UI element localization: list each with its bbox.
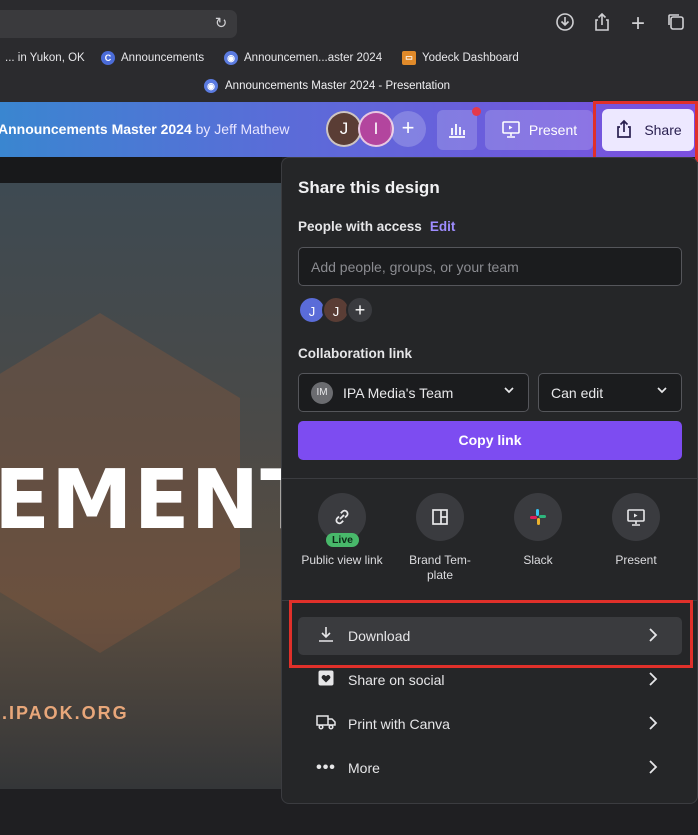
people-access-label: People with access: [298, 219, 422, 234]
panel-divider: [282, 478, 697, 479]
browser-chrome: ↻ + ... in Yukon, OK C Announcements ◉ A…: [0, 0, 698, 102]
chevron-right-icon: [646, 670, 660, 693]
active-tab[interactable]: ◉ Announcements Master 2024 - Presentati…: [204, 79, 450, 93]
edit-access-link[interactable]: Edit: [430, 219, 456, 234]
yodeck-icon: ▭: [402, 51, 416, 65]
team-select[interactable]: IM IPA Media's Team: [298, 373, 529, 412]
avatar[interactable]: J: [326, 111, 362, 147]
bookmark-label: Announcemen...aster 2024: [244, 52, 383, 64]
print-with-canva-row[interactable]: Print with Canva: [298, 705, 682, 743]
document-title[interactable]: Announcements Master 2024 by Jeff Mathew: [0, 121, 290, 137]
present-label: Present: [528, 122, 578, 138]
more-icon: •••: [316, 759, 336, 776]
panel-title: Share this design: [298, 178, 440, 197]
bookmark-item[interactable]: ▭ Yodeck Dashboard: [402, 51, 519, 65]
public-view-link-option[interactable]: Live Public view link: [294, 493, 390, 568]
bookmark-item[interactable]: ... in Yukon, OK: [0, 51, 85, 65]
download-manager-icon[interactable]: [553, 12, 577, 36]
chevron-down-icon: [655, 383, 669, 400]
people-access-heading: People with access Edit: [298, 219, 455, 234]
more-row[interactable]: ••• More: [298, 749, 682, 787]
slack-option[interactable]: Slack: [490, 493, 586, 568]
copy-link-button[interactable]: Copy link: [298, 421, 682, 460]
tab-overview-icon[interactable]: [664, 12, 688, 36]
present-button[interactable]: Present: [485, 110, 593, 150]
chevron-right-icon: [646, 758, 660, 781]
avatar[interactable]: I: [358, 111, 394, 147]
present-option[interactable]: Present: [588, 493, 684, 568]
permission-select[interactable]: Can edit: [538, 373, 682, 412]
bookmark-item[interactable]: C Announcements: [101, 51, 204, 65]
canva-doc-icon: ◉: [224, 51, 238, 65]
row-label: Print with Canva: [348, 716, 450, 732]
canva-icon: C: [101, 51, 115, 65]
editor-header: Announcements Master 2024 by Jeff Mathew…: [0, 101, 698, 162]
team-select-value: IPA Media's Team: [343, 384, 454, 401]
template-icon: [416, 493, 464, 541]
insights-button[interactable]: [437, 110, 477, 150]
add-person-button[interactable]: +: [346, 296, 374, 324]
share-panel: Share this design People with access Edit…: [281, 157, 698, 804]
chevron-down-icon: [502, 383, 516, 400]
add-collaborator-button[interactable]: +: [390, 111, 426, 147]
brand-template-option[interactable]: Brand Tem-plate: [392, 493, 488, 583]
bookmark-label: ... in Yukon, OK: [5, 52, 85, 64]
new-tab-icon[interactable]: +: [626, 12, 650, 36]
link-icon: Live: [318, 493, 366, 547]
canvas-top-strip: [0, 157, 282, 183]
slack-icon: [514, 493, 562, 541]
share-on-social-row[interactable]: Share on social: [298, 661, 682, 699]
collaboration-link-label: Collaboration link: [298, 346, 413, 361]
reload-icon[interactable]: ↻: [211, 14, 231, 34]
option-label: Slack: [523, 553, 553, 567]
chevron-right-icon: [646, 714, 660, 737]
row-label: More: [348, 760, 380, 776]
address-bar[interactable]: ↻: [0, 10, 237, 38]
slide-headline: EMENT: [0, 453, 282, 548]
doc-title-text: Announcements Master 2024: [0, 121, 192, 137]
team-badge: IM: [311, 381, 333, 404]
live-badge: Live: [326, 533, 360, 547]
slide-canvas[interactable]: EMENT .IPAOK.ORG: [0, 183, 282, 789]
present-icon: [612, 493, 660, 541]
download-highlight-frame: [289, 600, 693, 668]
truck-icon: [316, 713, 336, 735]
row-label: Share on social: [348, 672, 445, 688]
canva-doc-icon: ◉: [204, 79, 218, 93]
option-label: Public view link: [301, 553, 383, 567]
doc-owner-text: by Jeff Mathew: [195, 121, 290, 137]
bar-chart-icon: [447, 119, 467, 142]
present-icon: [501, 119, 521, 142]
permission-select-value: Can edit: [551, 384, 604, 401]
heart-icon: [316, 669, 336, 691]
bookmark-label: Yodeck Dashboard: [422, 52, 519, 64]
slide-url-text: .IPAOK.ORG: [2, 703, 129, 723]
option-label: Present: [615, 553, 657, 567]
bookmark-item[interactable]: ◉ Announcemen...aster 2024: [224, 51, 382, 65]
option-label: Brand Tem-plate: [409, 553, 471, 582]
bookmark-label: Announcements: [121, 52, 205, 64]
share-sheet-icon[interactable]: [590, 12, 614, 36]
share-highlight-frame: [593, 101, 698, 162]
add-people-input[interactable]: [298, 247, 682, 286]
notification-dot: [472, 107, 481, 116]
bookmarks-bar: ... in Yukon, OK C Announcements ◉ Annou…: [0, 48, 698, 70]
tab-title: Announcements Master 2024 - Presentation: [225, 80, 451, 92]
